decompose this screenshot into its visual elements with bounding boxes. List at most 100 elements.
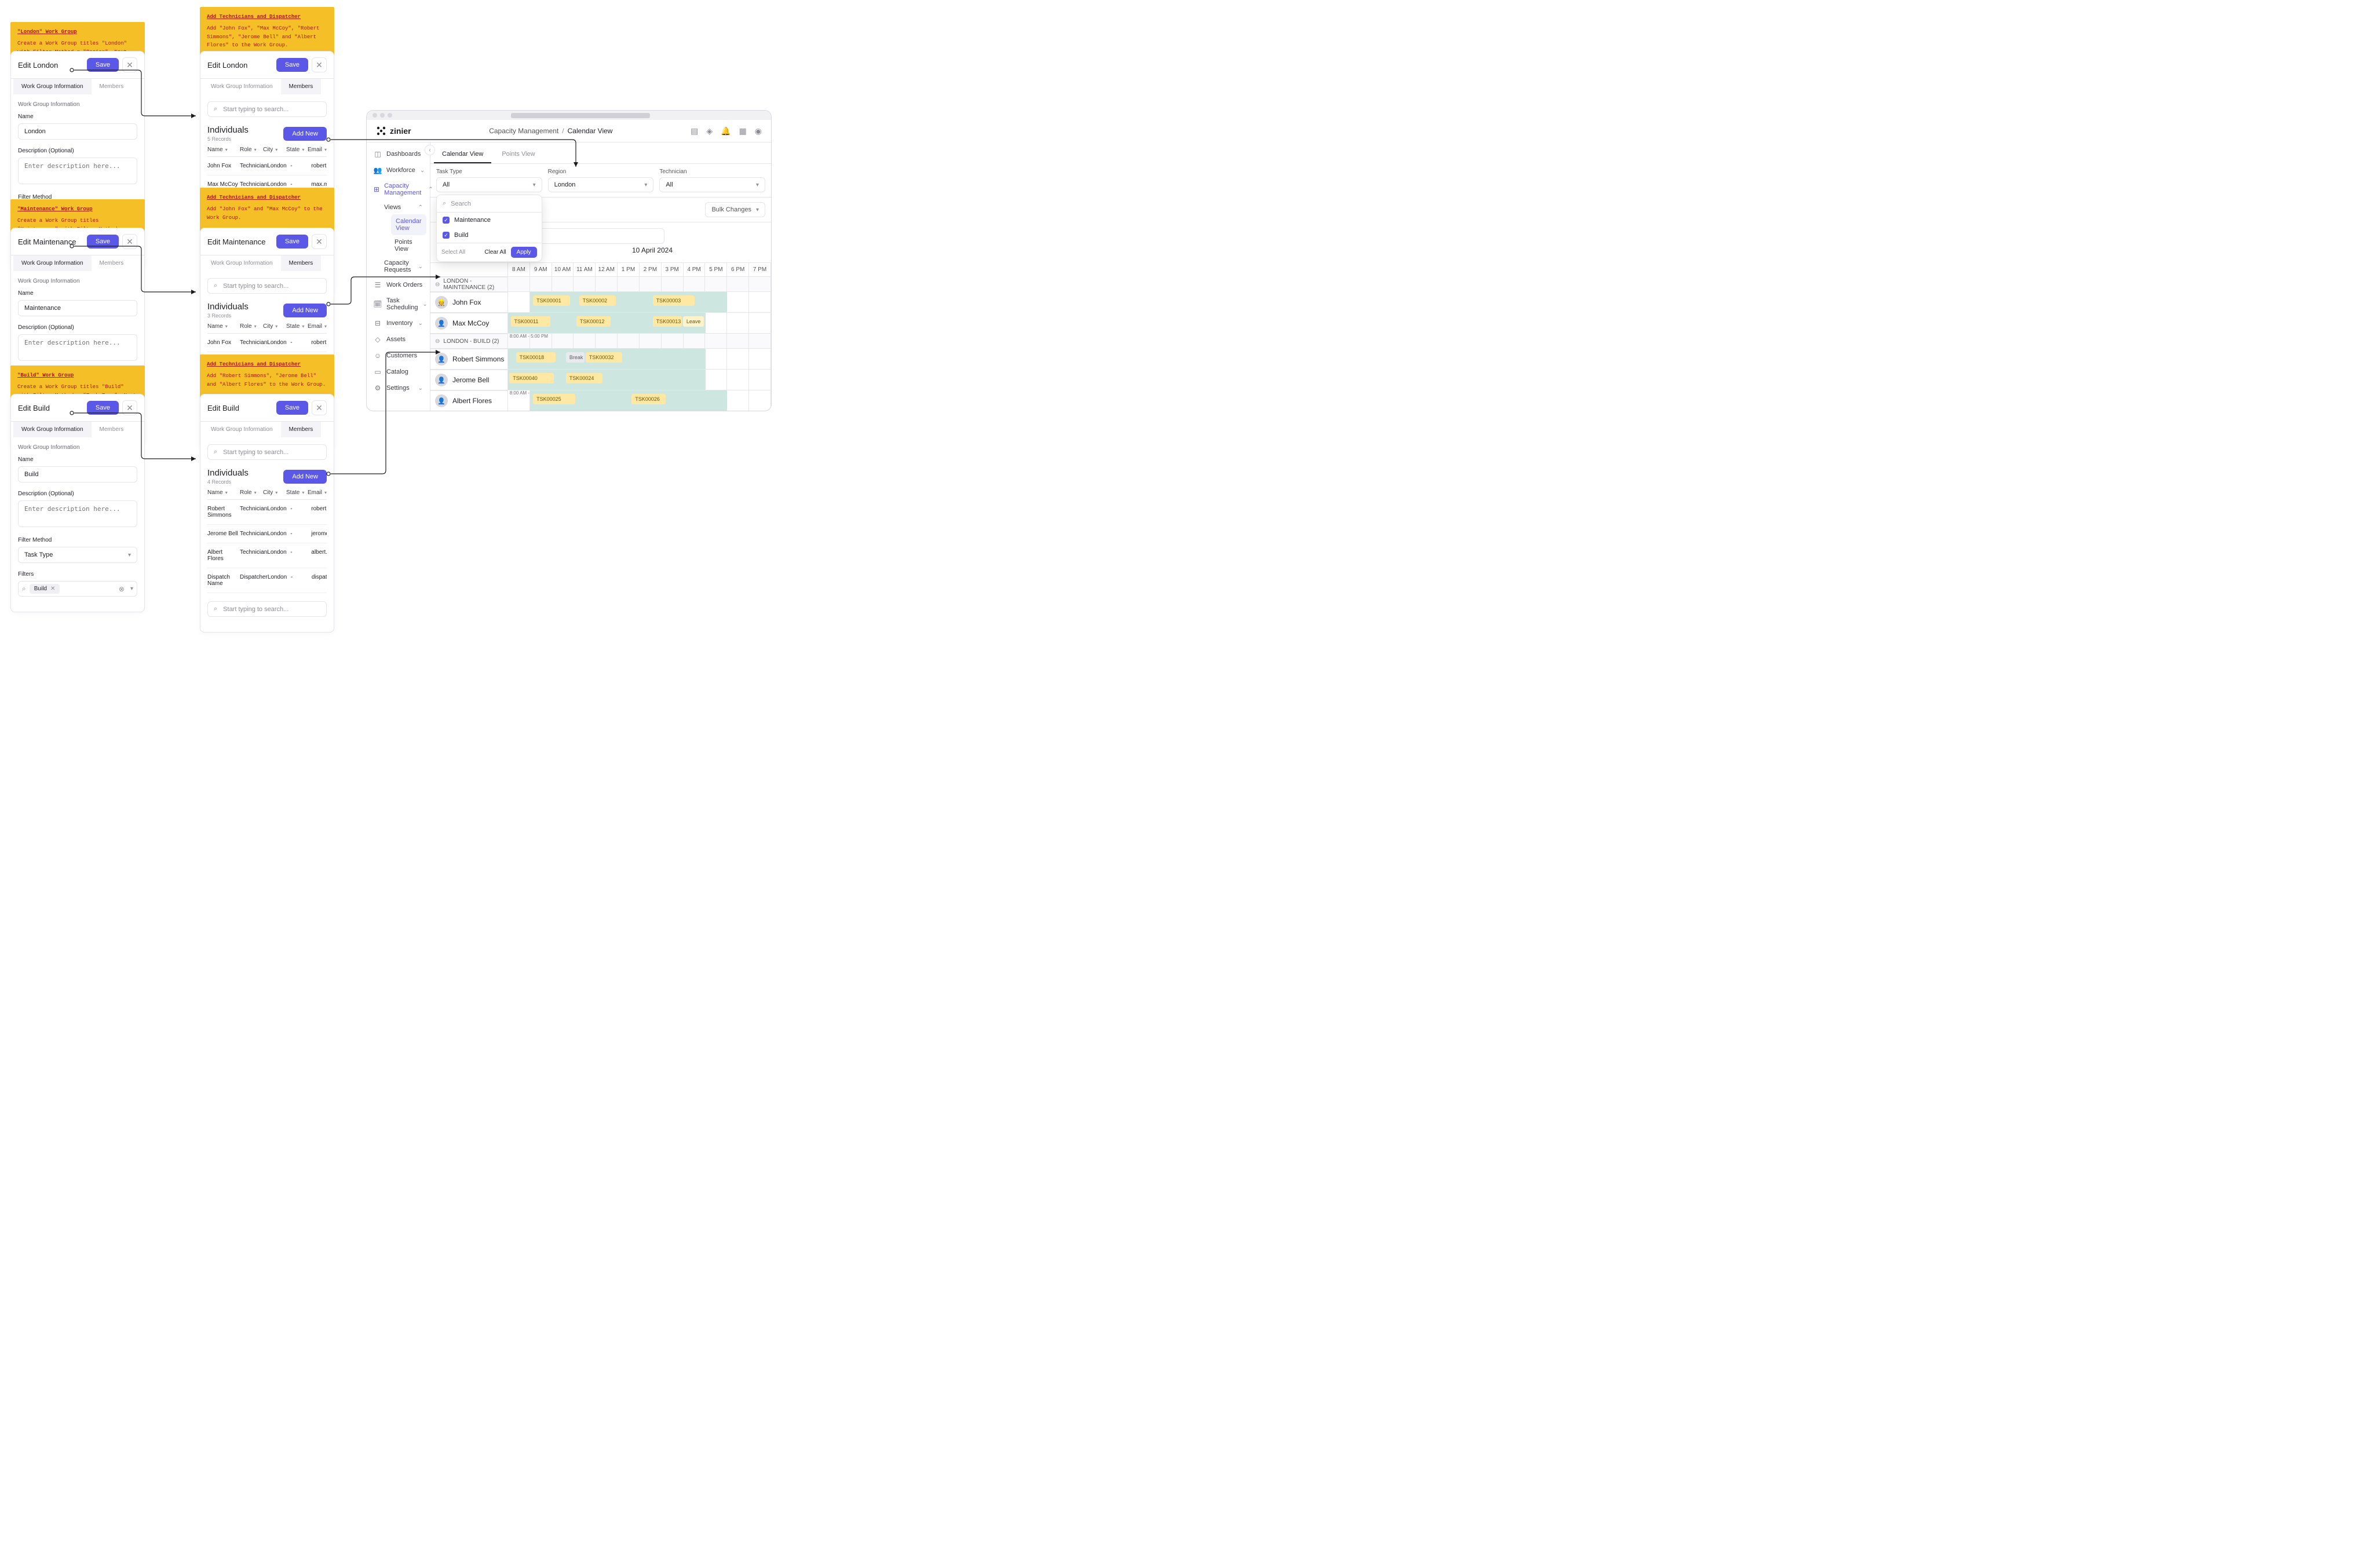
save-button[interactable]: Save — [87, 235, 119, 248]
collapse-sidebar-button[interactable]: ‹ — [425, 145, 435, 155]
close-button[interactable]: ✕ — [122, 57, 137, 72]
nav-task-scheduling[interactable]: 🗓Task Scheduling⌄ — [367, 293, 430, 315]
save-button[interactable]: Save — [276, 401, 308, 415]
tab-members[interactable]: Members — [281, 79, 322, 94]
group-row-maintenance[interactable]: ⊖LONDON - MAINTENANCE (2) — [430, 276, 771, 291]
user-icon[interactable]: ◉ — [755, 126, 762, 136]
filter-chip-build[interactable]: Build✕ — [30, 584, 60, 594]
filter-technician[interactable]: All▾ — [659, 177, 765, 192]
table-row[interactable]: John FoxTechnicianLondon-robert.fox@comp — [207, 157, 327, 176]
table-row[interactable]: Albert FloresTechnicianLondon-albert.flo… — [207, 543, 327, 568]
tab-wg-info[interactable]: Work Group Information — [13, 422, 92, 437]
nav-workforce[interactable]: 👥Workforce⌄ — [367, 162, 430, 178]
col-city[interactable]: City▾ — [263, 147, 286, 153]
tab-members[interactable]: Members — [92, 255, 132, 271]
tab-wg-info[interactable]: Work Group Information — [203, 79, 281, 94]
nav-work-orders[interactable]: ☰Work Orders — [367, 277, 430, 293]
task-block[interactable]: TSK00024 — [566, 373, 603, 383]
bulk-changes-button[interactable]: Bulk Changes▾ — [705, 202, 765, 217]
task-block[interactable]: TSK00013 — [653, 316, 682, 327]
nav-calendar-view[interactable]: Calendar View — [391, 214, 426, 235]
close-button[interactable]: ✕ — [312, 234, 327, 249]
col-role[interactable]: Role▾ — [240, 147, 263, 153]
tab-wg-info[interactable]: Work Group Information — [203, 422, 281, 437]
nav-inventory[interactable]: ⊟Inventory⌄ — [367, 315, 430, 331]
add-new-button[interactable]: Add New — [283, 304, 327, 317]
dropdown-option-build[interactable]: ✓Build — [437, 228, 542, 243]
name-input[interactable]: London — [18, 123, 137, 140]
task-block[interactable]: TSK00003 — [653, 295, 695, 306]
dropdown-search[interactable]: ⌕Search — [437, 195, 542, 213]
task-block[interactable]: TSK00040 — [509, 373, 554, 383]
member-search[interactable]: ⌕Start typing to search... — [207, 444, 327, 460]
close-button[interactable]: ✕ — [312, 57, 327, 72]
apps-icon[interactable]: ▦ — [739, 126, 747, 136]
view-tab-points[interactable]: Points View — [494, 146, 543, 163]
task-block[interactable]: TSK00001 — [533, 295, 570, 306]
task-block[interactable]: TSK00026 — [631, 394, 666, 404]
nav-capacity-management[interactable]: ⊞Capacity Management⌃ — [367, 178, 430, 200]
collapse-icon[interactable]: ⊖ — [435, 282, 440, 288]
address-bar[interactable] — [511, 113, 650, 118]
task-block[interactable]: TSK00002 — [579, 295, 616, 306]
tab-members[interactable]: Members — [281, 422, 322, 437]
desc-input[interactable] — [18, 500, 137, 527]
nav-dashboards[interactable]: ◫Dashboards — [367, 146, 430, 162]
nav-settings[interactable]: ⚙Settings⌄ — [367, 380, 430, 396]
col-name[interactable]: Name▾ — [207, 147, 240, 153]
nav-customers[interactable]: ☺Customers — [367, 348, 430, 364]
group-row-build[interactable]: ⊖LONDON - BUILD (2) — [430, 333, 771, 348]
close-button[interactable]: ✕ — [122, 234, 137, 249]
member-search[interactable]: ⌕Start typing to search... — [207, 601, 327, 617]
task-block[interactable]: TSK00032 — [586, 352, 623, 363]
tab-wg-info[interactable]: Work Group Information — [203, 255, 281, 271]
traffic-dot[interactable] — [380, 113, 385, 118]
collapse-icon[interactable]: ⊖ — [435, 338, 440, 345]
table-row[interactable]: John FoxTechnicianLondon-robert.fox@comp — [207, 334, 327, 352]
add-new-button[interactable]: Add New — [283, 127, 327, 141]
col-state[interactable]: State▾ — [286, 147, 307, 153]
task-block[interactable]: TSK00011 — [511, 316, 550, 327]
traffic-dot[interactable] — [388, 113, 392, 118]
filters-input[interactable]: ⌕Build✕⊗▾ — [18, 581, 137, 597]
clear-all[interactable]: Clear All — [484, 249, 506, 255]
nav-points-view[interactable]: Points View — [388, 235, 430, 256]
chat-icon[interactable]: ▤ — [691, 126, 698, 136]
close-button[interactable]: ✕ — [122, 400, 137, 415]
member-search[interactable]: ⌕Start typing to search... — [207, 101, 327, 117]
save-button[interactable]: Save — [87, 401, 119, 415]
save-button[interactable]: Save — [87, 58, 119, 72]
name-input[interactable]: Maintenance — [18, 300, 137, 316]
leave-block[interactable]: Leave — [683, 316, 704, 327]
tab-members[interactable]: Members — [281, 255, 322, 271]
traffic-dot[interactable] — [372, 113, 377, 118]
filter-task-type[interactable]: All▾ — [436, 177, 542, 192]
name-input[interactable]: Build — [18, 466, 137, 483]
save-button[interactable]: Save — [276, 58, 308, 72]
apply-button[interactable]: Apply — [511, 247, 537, 258]
add-new-button[interactable]: Add New — [283, 470, 327, 484]
table-row[interactable]: Robert SimmonsTechnicianLondon-robert.si… — [207, 500, 327, 525]
select-all[interactable]: Select All — [441, 249, 465, 255]
member-search[interactable]: ⌕Start typing to search... — [207, 278, 327, 294]
nav-assets[interactable]: ◇Assets — [367, 331, 430, 348]
tab-members[interactable]: Members — [92, 79, 132, 94]
chip-remove-icon[interactable]: ✕ — [50, 586, 55, 592]
col-email[interactable]: Email▾ — [307, 147, 327, 153]
filtermethod-select[interactable]: Task Type▾ — [18, 547, 137, 563]
view-tab-calendar[interactable]: Calendar View — [434, 146, 491, 163]
idea-icon[interactable]: ◈ — [706, 126, 713, 136]
nav-capacity-requests[interactable]: Capacity Requests⌄ — [377, 256, 430, 277]
dropdown-option-maintenance[interactable]: ✓Maintenance — [437, 213, 542, 228]
tab-members[interactable]: Members — [92, 422, 132, 437]
table-row[interactable]: Dispatch NameDispatcherLondon-dispatcher… — [207, 568, 327, 593]
task-block[interactable]: TSK00018 — [516, 352, 556, 363]
tab-wg-info[interactable]: Work Group Information — [13, 79, 92, 94]
clear-icon[interactable]: ⊗ — [119, 585, 125, 593]
nav-views[interactable]: Views⌃ — [377, 200, 430, 214]
bell-icon[interactable]: 🔔 — [721, 126, 731, 136]
table-row[interactable]: Jerome BellTechnicianLondon-jerome.bell@… — [207, 525, 327, 543]
save-button[interactable]: Save — [276, 235, 308, 248]
nav-catalog[interactable]: ▭Catalog — [367, 364, 430, 380]
close-button[interactable]: ✕ — [312, 400, 327, 415]
